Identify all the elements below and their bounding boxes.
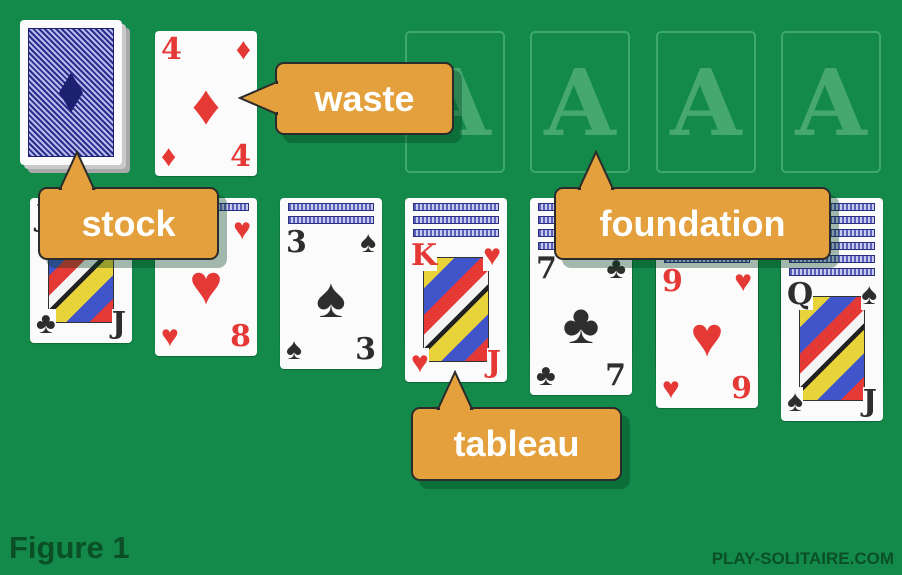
ace-placeholder: A <box>544 49 616 157</box>
card-rank: J <box>111 306 126 341</box>
heart-icon: ♥ <box>189 253 223 316</box>
heart-icon: ♥ <box>483 239 501 272</box>
diamond-icon: ♦ <box>235 33 251 66</box>
tableau-card-5[interactable]: ♣ 7 ♣ ♣ 7 <box>530 250 632 395</box>
card-back-pattern <box>413 229 499 237</box>
stock-callout-pointer <box>58 150 96 190</box>
heart-icon: ♥ <box>662 372 680 405</box>
heart-icon: ♥ <box>411 346 429 379</box>
tableau-card-4[interactable]: K ♥ ♥ J <box>405 237 507 382</box>
card-rank: 7 <box>536 251 557 286</box>
card-back-pattern <box>288 216 374 224</box>
stock-pile[interactable] <box>20 20 122 165</box>
stock-label: stock <box>81 203 176 244</box>
diamond-icon: ♦ <box>161 140 177 173</box>
tableau-callout-pointer <box>436 370 474 410</box>
club-icon: ♣ <box>536 359 556 392</box>
figure-caption: Figure 1 <box>9 530 130 565</box>
card-rank: 3 <box>355 332 376 367</box>
card-rank: J <box>486 345 501 380</box>
ace-placeholder: A <box>670 49 742 157</box>
heart-icon: ♥ <box>161 320 179 353</box>
spade-icon: ♠ <box>861 278 877 311</box>
tableau-card-7[interactable]: Q ♠ ♠ J <box>781 276 883 421</box>
foundation-callout: foundation <box>554 187 831 260</box>
card-rank: 4 <box>161 32 182 67</box>
club-icon: ♣ <box>36 307 56 340</box>
club-icon: ♣ <box>562 292 600 355</box>
waste-label: waste <box>314 78 415 119</box>
card-back-pattern <box>28 28 114 157</box>
card-rank: K <box>411 238 438 273</box>
foundation-label: foundation <box>599 203 786 244</box>
foundation-callout-pointer <box>577 150 615 190</box>
tableau-callout: tableau <box>411 407 622 481</box>
card-back-pattern <box>789 268 875 276</box>
card-rank: 8 <box>230 319 251 354</box>
spade-icon: ♠ <box>286 333 302 366</box>
spade-icon: ♠ <box>360 226 376 259</box>
heart-icon: ♥ <box>233 213 251 246</box>
card-rank: 3 <box>286 225 307 260</box>
card-rank: J <box>862 384 877 419</box>
tableau-card-3[interactable]: ♠ 3 ♠ ♠ 3 <box>280 224 382 369</box>
card-rank: 9 <box>731 371 752 406</box>
card-rank: Q <box>787 277 814 312</box>
card-back-pattern <box>413 216 499 224</box>
stock-callout: stock <box>38 187 219 260</box>
card-back-pattern <box>413 203 499 211</box>
spade-icon: ♠ <box>787 385 803 418</box>
card-back-pattern <box>288 203 374 211</box>
card-rank: 7 <box>605 358 626 393</box>
heart-icon: ♥ <box>690 305 724 368</box>
card-back-emblem-icon <box>59 72 83 113</box>
foundation-slot-4[interactable]: A <box>781 31 881 173</box>
waste-callout-pointer <box>238 80 278 116</box>
waste-callout: waste <box>275 62 454 135</box>
tableau-card-6[interactable]: ♥ 9 ♥ ♥ 9 <box>656 263 758 408</box>
card-rank: 4 <box>230 139 251 174</box>
ace-placeholder: A <box>795 49 867 157</box>
heart-icon: ♥ <box>734 265 752 298</box>
card-rank: 9 <box>662 264 683 299</box>
tableau-label: tableau <box>453 423 580 464</box>
brand-watermark: PLAY-SOLITAIRE.COM <box>711 549 894 568</box>
foundation-slot-3[interactable]: A <box>656 31 756 173</box>
spade-icon: ♠ <box>316 266 346 329</box>
